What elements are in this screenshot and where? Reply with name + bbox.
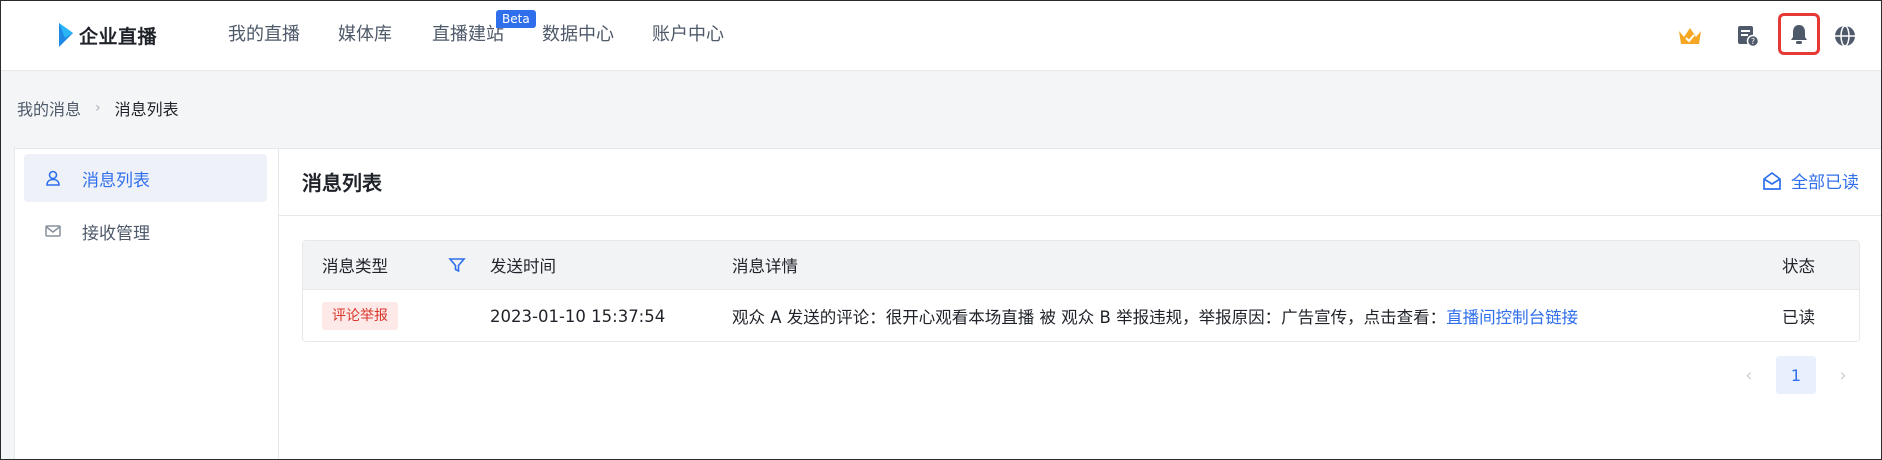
nav-item-my-live[interactable]: 我的直播 [228, 22, 300, 48]
column-header-detail: 消息详情 [732, 257, 798, 276]
nav-item-media-library[interactable]: 媒体库 [338, 22, 392, 48]
pagination: ‹ 1 › [1732, 356, 1862, 394]
open-envelope-icon [1761, 170, 1783, 192]
globe-icon[interactable] [1830, 21, 1860, 51]
detail-text: 观众 A 发送的评论：很开心观看本场直播 被 观众 B 举报违规，举报原因：广告… [732, 308, 1447, 327]
svg-text:?: ? [1751, 37, 1755, 46]
sidebar-item-message-list[interactable]: 消息列表 [24, 154, 267, 202]
page-title: 消息列表 [302, 171, 382, 195]
chevron-right-icon: › [95, 100, 101, 116]
breadcrumb: 我的消息 › 消息列表 [17, 96, 179, 120]
filter-icon[interactable] [448, 256, 466, 274]
nav-item-data-center[interactable]: 数据中心 [542, 22, 614, 48]
user-icon [44, 169, 62, 187]
table-row: 评论举报 2023-01-10 15:37:54 观众 A 发送的评论：很开心观… [303, 290, 1859, 341]
console-link[interactable]: 直播间控制台链接 [1446, 304, 1578, 328]
brand-name: 企业直播 [79, 25, 158, 48]
nav-item-account-center[interactable]: 账户中心 [652, 22, 724, 48]
brand-logo[interactable]: 企业直播 [57, 21, 157, 49]
column-header-status: 状态 [1782, 257, 1815, 276]
table-header: 消息类型 发送时间 消息详情 状态 [303, 241, 1859, 290]
beta-badge: Beta [496, 10, 536, 28]
bell-icon [1791, 25, 1807, 44]
mark-all-read-button[interactable]: 全部已读 [1761, 168, 1859, 193]
play-triangle-logo-icon [59, 23, 73, 47]
sidebar-item-receive-settings[interactable]: 接收管理 [24, 207, 267, 255]
help-doc-icon[interactable]: ? [1733, 21, 1763, 51]
sidebar: 消息列表 接收管理 [14, 148, 278, 459]
breadcrumb-parent[interactable]: 我的消息 [17, 96, 81, 120]
column-header-time: 发送时间 [490, 257, 556, 276]
breadcrumb-current: 消息列表 [114, 100, 179, 119]
crown-icon[interactable] [1675, 21, 1705, 51]
main-panel: 消息列表 全部已读 消息类型 发送时间 消息详情 状态 评论举报 2023-01… [278, 148, 1881, 459]
notification-bell-button[interactable] [1778, 13, 1820, 55]
divider [279, 215, 1881, 216]
type-tag: 评论举报 [322, 302, 398, 330]
prev-page-button[interactable]: ‹ [1734, 356, 1764, 394]
top-header: 企业直播 我的直播 媒体库 直播建站 Beta 数据中心 账户中心 ? [1, 1, 1881, 71]
detail-cell: 观众 A 发送的评论：很开心观看本场直播 被 观众 B 举报违规，举报原因：广告… [732, 290, 1578, 341]
page-number-button[interactable]: 1 [1776, 356, 1816, 394]
sidebar-item-label: 消息列表 [82, 170, 150, 191]
app-frame: 企业直播 我的直播 媒体库 直播建站 Beta 数据中心 账户中心 ? 我的消息… [0, 0, 1882, 460]
status-cell: 已读 [1782, 308, 1815, 327]
column-header-type: 消息类型 [322, 257, 388, 276]
type-cell: 评论举报 [322, 290, 398, 341]
sidebar-item-label: 接收管理 [82, 223, 150, 244]
nav-item-site-builder[interactable]: 直播建站 [432, 22, 504, 48]
mail-icon [44, 222, 62, 240]
mark-all-read-label: 全部已读 [1791, 173, 1859, 193]
time-cell: 2023-01-10 15:37:54 [490, 306, 666, 326]
next-page-button[interactable]: › [1828, 356, 1858, 394]
message-table: 消息类型 发送时间 消息详情 状态 评论举报 2023-01-10 15:37:… [302, 240, 1860, 342]
